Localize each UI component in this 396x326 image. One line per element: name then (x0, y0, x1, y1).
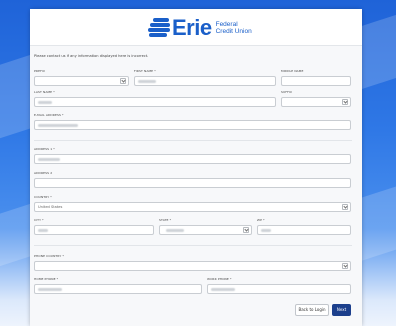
address1-field[interactable] (34, 154, 351, 164)
phone-country-label: PHONE COUNTRY * (34, 254, 64, 258)
first-name-label: FIRST NAME * (134, 69, 156, 73)
header: Erie Federal Credit Union (30, 9, 362, 46)
home-phone-field[interactable] (34, 284, 202, 294)
redacted-value (138, 80, 156, 83)
chevron-down-icon (342, 99, 348, 105)
redacted-value (38, 124, 78, 127)
home-phone-label: HOME PHONE * (34, 277, 59, 281)
logo-subtitle-line1: Federal (215, 21, 238, 28)
address1-label: ADDRESS 1 * (34, 147, 55, 151)
section-divider (34, 245, 352, 246)
next-button[interactable]: Next (332, 304, 351, 316)
city-field[interactable] (34, 225, 154, 235)
section-divider (34, 140, 352, 141)
chevron-down-icon (120, 78, 126, 84)
erie-logo: Erie Federal Credit Union (147, 16, 252, 40)
middle-name-field[interactable] (281, 76, 351, 86)
redacted-value (38, 101, 52, 104)
prefix-select[interactable] (34, 76, 129, 86)
last-name-field[interactable] (34, 97, 276, 107)
first-name-field[interactable] (134, 76, 276, 86)
last-name-label: LAST NAME * (34, 90, 55, 94)
info-notice: Please contact us if any information dis… (34, 54, 149, 58)
redacted-value (38, 229, 48, 232)
suffix-select[interactable] (281, 97, 351, 107)
phone-country-select[interactable] (34, 261, 351, 271)
redacted-value (166, 229, 184, 232)
country-select[interactable]: United States (34, 202, 351, 212)
state-label: STATE * (159, 218, 172, 222)
logo-subtitle-line2: Credit Union (215, 28, 252, 35)
middle-name-label: MIDDLE NAME (281, 69, 304, 73)
work-phone-field[interactable] (207, 284, 351, 294)
redacted-value (38, 288, 62, 291)
suffix-label: SUFFIX (281, 90, 293, 94)
chevron-down-icon (243, 227, 249, 233)
logo-subtitle: Federal Credit Union (216, 21, 252, 35)
redacted-value (38, 158, 60, 161)
email-label: E-MAIL ADDRESS * (34, 113, 64, 117)
city-label: CITY * (34, 218, 44, 222)
zip-field[interactable] (257, 225, 351, 235)
email-field[interactable] (34, 120, 351, 130)
redacted-value (261, 229, 271, 232)
prefix-label: PREFIX (34, 69, 46, 73)
country-value: United States (38, 205, 63, 209)
address2-field[interactable] (34, 178, 351, 188)
erie-logo-mark-icon (147, 17, 171, 39)
state-select[interactable] (159, 225, 252, 235)
chevron-down-icon (342, 204, 348, 210)
zip-label: ZIP * (257, 218, 265, 222)
back-to-login-button[interactable]: Back to Login (295, 304, 329, 316)
country-label: COUNTRY * (34, 195, 52, 199)
work-phone-label: WORK PHONE * (207, 277, 232, 281)
chevron-down-icon (342, 263, 348, 269)
logo-word: Erie (172, 15, 212, 40)
redacted-value (211, 288, 235, 291)
address2-label: ADDRESS 2 (34, 171, 53, 175)
